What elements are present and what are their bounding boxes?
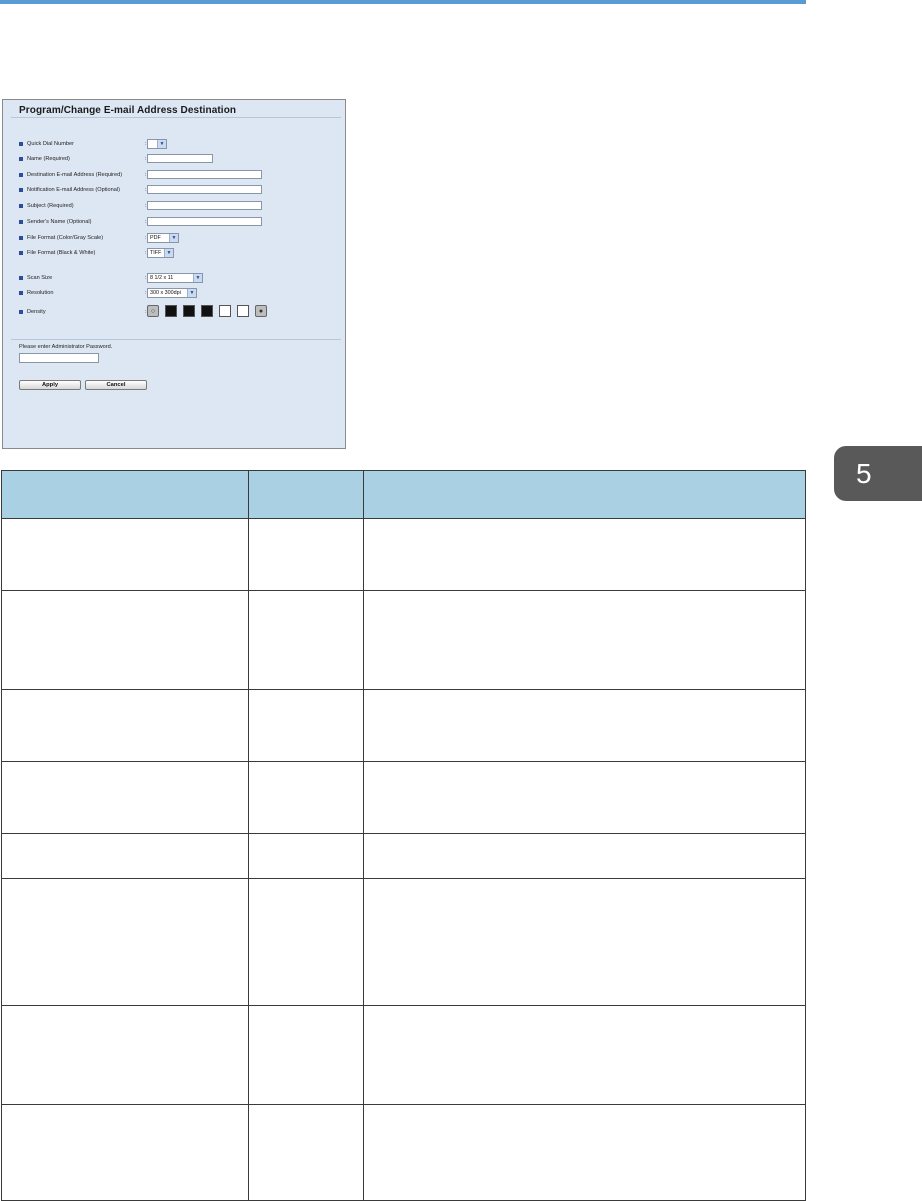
table-cell <box>363 878 806 1006</box>
table-cell <box>363 761 806 834</box>
field-label: Density <box>27 309 46 315</box>
field-label: Destination E-mail Address (Required) <box>27 172 123 178</box>
table-cell <box>248 878 364 1006</box>
table-row <box>1 833 806 879</box>
bullet-icon <box>19 291 23 295</box>
file-format-color-select[interactable]: PDF ▼ <box>147 233 179 243</box>
table-cell <box>363 518 806 591</box>
settings-table <box>1 470 806 1201</box>
field-label: Notification E-mail Address (Optional) <box>27 187 120 193</box>
table-cell <box>248 518 364 591</box>
table-cell <box>248 833 364 879</box>
density-lighter-button[interactable]: ○ <box>147 305 159 317</box>
chevron-down-icon: ▼ <box>187 289 196 297</box>
bullet-icon <box>19 204 23 208</box>
screenshot-panel: Program/Change E-mail Address Destinatio… <box>2 99 346 449</box>
table-row <box>1 761 806 834</box>
chevron-down-icon: ▼ <box>157 140 166 148</box>
password-label: Please enter Administrator Password. <box>19 344 113 350</box>
table-row <box>1 878 806 1006</box>
field-label: Sender's Name (Optional) <box>27 219 92 225</box>
bullet-icon <box>19 251 23 255</box>
bullet-icon <box>19 142 23 146</box>
table-cell <box>1 689 249 762</box>
chevron-down-icon: ▼ <box>164 249 173 257</box>
field-label: Subject (Required) <box>27 203 74 209</box>
density-level-4[interactable] <box>219 305 231 317</box>
panel-title: Program/Change E-mail Address Destinatio… <box>19 105 237 116</box>
table-row <box>1 1005 806 1105</box>
apply-button[interactable]: Apply <box>19 380 81 390</box>
field-label: File Format (Black & White) <box>27 250 96 256</box>
table-cell <box>363 833 806 879</box>
file-format-bw-select[interactable]: TIFF ▼ <box>147 248 174 258</box>
field-label: Quick Dial Number <box>27 141 74 147</box>
bullet-icon <box>19 157 23 161</box>
density-level-3[interactable] <box>201 305 213 317</box>
field-label: Resolution <box>27 290 54 296</box>
name-input[interactable] <box>147 154 213 163</box>
bullet-icon <box>19 173 23 177</box>
table-row <box>1 1104 806 1201</box>
table-row <box>1 518 806 591</box>
table-row <box>1 689 806 762</box>
resolution-select[interactable]: 300 x 300dpi ▼ <box>147 288 197 298</box>
top-accent-rule <box>0 0 806 4</box>
table-cell <box>1 1104 249 1201</box>
table-header-cell <box>363 470 806 519</box>
bullet-icon <box>19 220 23 224</box>
table-cell <box>1 1005 249 1105</box>
table-cell <box>248 1005 364 1105</box>
table-cell <box>363 689 806 762</box>
field-label: Scan Size <box>27 275 53 281</box>
table-cell <box>1 878 249 1006</box>
destination-email-input[interactable] <box>147 170 262 179</box>
table-cell <box>248 689 364 762</box>
quick-dial-select[interactable]: ▼ <box>147 139 167 149</box>
bullet-icon <box>19 188 23 192</box>
cancel-button[interactable]: Cancel <box>85 380 147 390</box>
chevron-down-icon: ▼ <box>193 274 202 282</box>
section-divider <box>11 339 341 340</box>
table-cell <box>1 833 249 879</box>
table-header-row <box>1 470 806 519</box>
admin-password-input[interactable] <box>19 353 99 363</box>
table-header-cell <box>1 470 249 519</box>
chapter-tab: 5 <box>834 446 922 501</box>
table-cell <box>248 761 364 834</box>
table-cell <box>248 590 364 690</box>
bullet-icon <box>19 276 23 280</box>
field-label: Name (Required) <box>27 156 70 162</box>
table-cell <box>1 590 249 690</box>
chevron-down-icon: ▼ <box>169 234 178 242</box>
density-level-2[interactable] <box>183 305 195 317</box>
senders-name-input[interactable] <box>147 217 262 226</box>
subject-input[interactable] <box>147 201 262 210</box>
table-cell <box>363 1005 806 1105</box>
scan-size-select[interactable]: 8 1/2 x 11 ▼ <box>147 273 203 283</box>
field-label: File Format (Color/Gray Scale) <box>27 235 104 241</box>
table-row <box>1 590 806 690</box>
table-cell <box>363 1104 806 1201</box>
bullet-icon <box>19 310 23 314</box>
table-header-cell <box>248 470 364 519</box>
title-divider <box>11 117 341 118</box>
table-cell <box>1 761 249 834</box>
density-level-1[interactable] <box>165 305 177 317</box>
table-cell <box>1 518 249 591</box>
table-cell <box>248 1104 364 1201</box>
notification-email-input[interactable] <box>147 185 262 194</box>
density-darker-button[interactable]: ● <box>255 305 267 317</box>
bullet-icon <box>19 236 23 240</box>
table-cell <box>363 590 806 690</box>
density-level-5[interactable] <box>237 305 249 317</box>
